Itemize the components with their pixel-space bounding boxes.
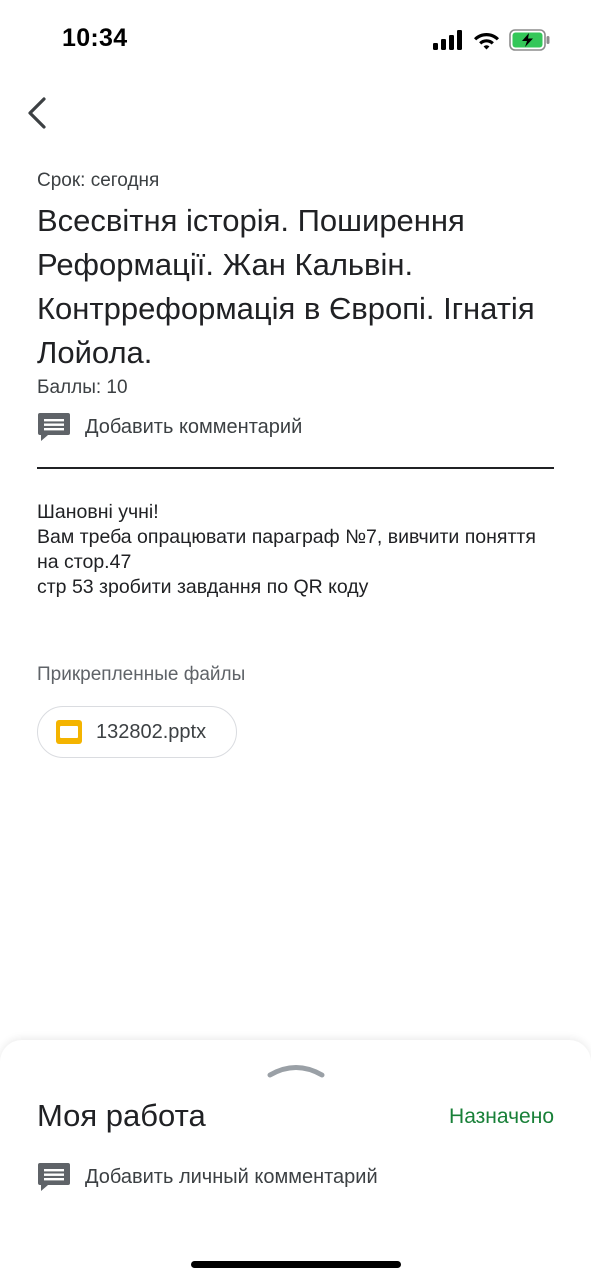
add-comment-label: Добавить комментарий bbox=[85, 415, 303, 438]
comment-icon bbox=[38, 1163, 70, 1191]
my-work-sheet: Моя работа Назначено Добавить личный ком… bbox=[0, 1040, 591, 1280]
work-status: Назначено bbox=[449, 1105, 554, 1128]
status-icons bbox=[433, 27, 551, 53]
chevron-left-icon bbox=[28, 97, 46, 129]
slides-file-icon bbox=[56, 720, 82, 744]
divider bbox=[37, 467, 554, 469]
attachments-header: Прикрепленные файлы bbox=[37, 664, 246, 685]
status-time: 10:34 bbox=[62, 24, 128, 52]
sheet-expand-handle[interactable] bbox=[266, 1058, 326, 1080]
points: Баллы: 10 bbox=[37, 377, 128, 398]
my-work-title: Моя работа bbox=[37, 1098, 206, 1133]
due-date: Срок: сегодня bbox=[37, 170, 160, 191]
attachment-file-name: 132802.pptx bbox=[96, 720, 207, 743]
add-class-comment-button[interactable]: Добавить комментарий bbox=[37, 408, 302, 446]
home-indicator[interactable] bbox=[191, 1261, 401, 1268]
assignment-title: Всесвітня історія. Поширення Реформації.… bbox=[37, 203, 535, 370]
signal-icon bbox=[433, 30, 462, 50]
chevron-up-icon bbox=[267, 1065, 325, 1078]
comment-icon bbox=[38, 413, 70, 441]
add-private-comment-label: Добавить личный комментарий bbox=[85, 1165, 378, 1188]
attachment-file-chip[interactable]: 132802.pptx bbox=[37, 706, 237, 758]
back-button[interactable] bbox=[14, 90, 60, 136]
status-bar: 10:34 bbox=[0, 0, 591, 80]
battery-charging-icon bbox=[509, 29, 550, 51]
add-private-comment-button[interactable]: Добавить личный комментарий bbox=[37, 1158, 378, 1196]
wifi-icon bbox=[474, 33, 499, 50]
assignment-description: Шановні учні! Вам треба опрацювати параг… bbox=[37, 501, 536, 598]
